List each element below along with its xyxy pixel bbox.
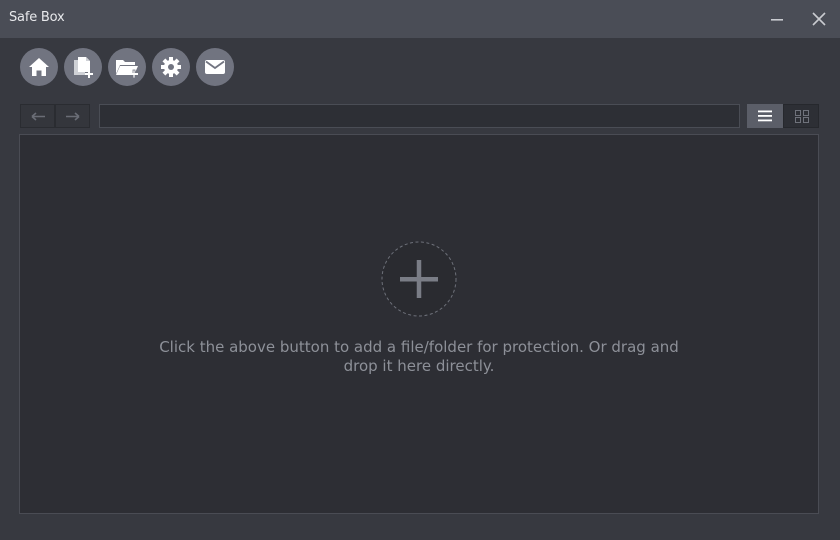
close-button[interactable]: [806, 6, 832, 32]
mail-icon: [205, 60, 225, 74]
grid-view-icon: [795, 110, 809, 123]
drop-hint-text: Click the above button to add a file/fol…: [159, 338, 679, 375]
minimize-button[interactable]: [764, 6, 790, 32]
home-icon: [29, 58, 49, 76]
grid-view-button[interactable]: [783, 104, 819, 128]
window-title: Safe Box: [9, 10, 65, 25]
plus-icon: [381, 241, 457, 317]
close-icon: [812, 12, 826, 26]
forward-button[interactable]: [55, 104, 90, 128]
list-view-button[interactable]: [747, 104, 783, 128]
arrow-left-icon: [31, 112, 45, 121]
path-input[interactable]: [99, 104, 740, 128]
settings-button[interactable]: [152, 48, 190, 86]
home-button[interactable]: [20, 48, 58, 86]
add-folder-button[interactable]: [108, 48, 146, 86]
file-drop-area[interactable]: Click the above button to add a file/fol…: [19, 134, 819, 514]
add-item-button[interactable]: [381, 241, 457, 317]
add-folder-icon: [116, 60, 138, 79]
gear-icon: [161, 57, 181, 77]
add-file-icon: [74, 57, 93, 78]
list-view-icon: [758, 110, 772, 122]
mail-button[interactable]: [196, 48, 234, 86]
minimize-icon: [771, 19, 783, 21]
title-bar: Safe Box: [0, 0, 840, 38]
back-button[interactable]: [20, 104, 55, 128]
add-file-button[interactable]: [64, 48, 102, 86]
arrow-right-icon: [66, 112, 80, 121]
